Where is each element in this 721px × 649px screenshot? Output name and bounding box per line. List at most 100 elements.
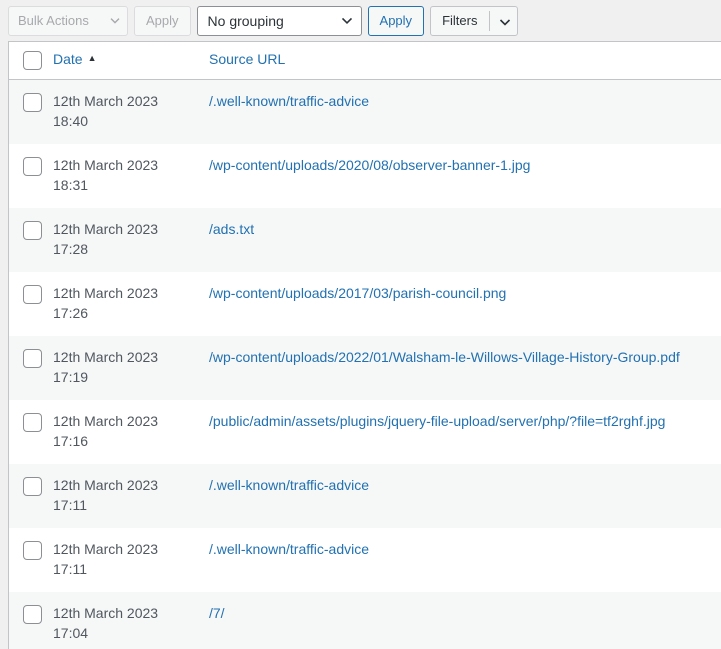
cell-date: 12th March 2023 17:11: [53, 527, 209, 592]
row-checkbox[interactable]: [23, 221, 42, 241]
cell-source-url: /.well-known/traffic-advice: [209, 527, 721, 592]
filters-split-button[interactable]: Filters: [430, 5, 519, 36]
source-url-link[interactable]: /wp-content/uploads/2020/08/observer-ban…: [209, 157, 530, 173]
row-time: 17:11: [53, 560, 87, 577]
row-select-cell: [9, 143, 53, 208]
table-header-row: Date ▲ Source URL: [9, 42, 721, 80]
chevron-down-icon: [110, 15, 120, 24]
row-select-cell: [9, 79, 53, 144]
grouping-apply-label: Apply: [379, 13, 413, 28]
row-checkbox[interactable]: [23, 285, 42, 305]
cell-date: 12th March 2023 17:19: [53, 335, 209, 400]
row-checkbox[interactable]: [23, 157, 42, 177]
log-table: Date ▲ Source URL 12th March 2023 18:40 /.…: [9, 42, 721, 649]
cell-date: 12th March 2023 17:04: [53, 591, 209, 649]
row-date: 12th March 2023: [53, 540, 159, 557]
cell-source-url: /wp-content/uploads/2022/01/Walsham-le-W…: [209, 335, 721, 400]
table-row: 12th March 2023 17:26/wp-content/uploads/…: [9, 271, 721, 336]
chevron-down-icon: [341, 14, 352, 25]
row-date: 12th March 2023: [53, 220, 159, 237]
grouping-value: No grouping: [207, 12, 284, 29]
table-row: 12th March 2023 17:16/public/admin/assets…: [9, 399, 721, 464]
sort-ascending-icon: ▲: [87, 52, 97, 63]
table-row: 12th March 2023 18:40 /.well-known/traffic…: [9, 79, 721, 144]
row-date: 12th March 2023: [53, 92, 159, 109]
cell-date: 12th March 2023 18:31: [53, 143, 209, 208]
row-checkbox[interactable]: [23, 477, 42, 497]
row-date: 12th March 2023: [53, 412, 159, 429]
select-all-checkbox-top[interactable]: [23, 50, 42, 70]
row-checkbox[interactable]: [23, 93, 42, 113]
header-cell-date: Date ▲: [53, 42, 209, 80]
row-date: 12th March 2023: [53, 284, 159, 301]
source-url-link[interactable]: /ads.txt: [209, 221, 254, 237]
grouping-apply-button[interactable]: Apply: [367, 5, 425, 36]
filters-dropdown-toggle[interactable]: [490, 7, 517, 35]
cell-date: 12th March 2023 17:26: [53, 271, 209, 336]
row-time: 17:28: [53, 240, 89, 257]
cell-date: 12th March 2023 17:16: [53, 399, 209, 464]
row-time: 17:26: [53, 304, 89, 321]
select-all-header-cell: [9, 42, 53, 80]
source-url-link[interactable]: /.well-known/traffic-advice: [209, 541, 369, 557]
row-select-cell: [9, 527, 53, 592]
row-select-cell: [9, 335, 53, 400]
row-checkbox[interactable]: [23, 413, 42, 433]
cell-source-url: /7/: [209, 591, 721, 649]
table-row: 12th March 2023 17:11 /.well-known/traffic…: [9, 527, 721, 592]
row-select-cell: [9, 399, 53, 464]
cell-source-url: /wp-content/uploads/2017/03/parish-counc…: [209, 271, 721, 336]
sort-by-source-url-link[interactable]: Source URL: [209, 51, 285, 67]
header-label-source-url: Source URL: [209, 51, 286, 68]
sort-by-date-link[interactable]: Date ▲: [53, 51, 97, 67]
row-select-cell: [9, 271, 53, 336]
row-time: 17:19: [53, 368, 89, 385]
filters-label[interactable]: Filters: [431, 7, 489, 35]
row-date: 12th March 2023: [53, 348, 159, 365]
table-body: 12th March 2023 18:40 /.well-known/traffic…: [9, 79, 721, 649]
source-url-link[interactable]: /public/admin/assets/plugins/jquery-file…: [209, 413, 665, 429]
cell-source-url: /.well-known/traffic-advice: [209, 463, 721, 528]
bulk-actions-label: Bulk Actions: [18, 13, 89, 28]
header-cell-source-url: Source URL: [209, 42, 721, 80]
bulk-apply-button-top[interactable]: Apply: [134, 5, 191, 36]
row-checkbox[interactable]: [23, 541, 42, 561]
source-url-link[interactable]: /7/: [209, 605, 225, 621]
table-header: Date ▲ Source URL: [9, 42, 721, 80]
row-time: 18:31: [53, 176, 89, 193]
row-time: 17:16: [53, 432, 89, 449]
source-url-link[interactable]: /.well-known/traffic-advice: [209, 93, 369, 109]
bulk-apply-label: Apply: [146, 13, 179, 28]
row-time: 18:40: [53, 112, 89, 129]
row-date: 12th March 2023: [53, 156, 159, 173]
grouping-select[interactable]: No grouping: [196, 5, 362, 36]
bulk-actions-select-top[interactable]: Bulk Actions: [8, 5, 128, 36]
row-time: 17:11: [53, 496, 87, 513]
row-date: 12th March 2023: [53, 476, 159, 493]
row-checkbox[interactable]: [23, 349, 42, 369]
row-select-cell: [9, 207, 53, 272]
top-toolbar: Bulk Actions Apply No grouping Apply Fil…: [0, 0, 721, 41]
cell-date: 12th March 2023 17:11: [53, 463, 209, 528]
table-row: 12th March 2023 18:31/wp-content/uploads/…: [9, 143, 721, 208]
cell-date: 12th March 2023 18:40: [53, 79, 209, 144]
row-date: 12th March 2023: [53, 604, 159, 621]
row-time: 17:04: [53, 624, 89, 641]
table-row: 12th March 2023 17:04/7/: [9, 591, 721, 649]
cell-source-url: /ads.txt: [209, 207, 721, 272]
row-select-cell: [9, 591, 53, 649]
table-row: 12th March 2023 17:28/ads.txt: [9, 207, 721, 272]
source-url-link[interactable]: /wp-content/uploads/2022/01/Walsham-le-W…: [209, 349, 680, 365]
cell-source-url: /wp-content/uploads/2020/08/observer-ban…: [209, 143, 721, 208]
header-label-date: Date: [53, 51, 83, 68]
row-checkbox[interactable]: [23, 605, 42, 625]
chevron-down-icon: [499, 16, 511, 26]
cell-source-url: /public/admin/assets/plugins/jquery-file…: [209, 399, 721, 464]
cell-source-url: /.well-known/traffic-advice: [209, 79, 721, 144]
source-url-link[interactable]: /.well-known/traffic-advice: [209, 477, 369, 493]
table-row: 12th March 2023 17:19/wp-content/uploads/…: [9, 335, 721, 400]
log-table-container: Date ▲ Source URL 12th March 2023 18:40 /.…: [8, 41, 721, 649]
row-select-cell: [9, 463, 53, 528]
table-row: 12th March 2023 17:11 /.well-known/traffic…: [9, 463, 721, 528]
source-url-link[interactable]: /wp-content/uploads/2017/03/parish-counc…: [209, 285, 506, 301]
